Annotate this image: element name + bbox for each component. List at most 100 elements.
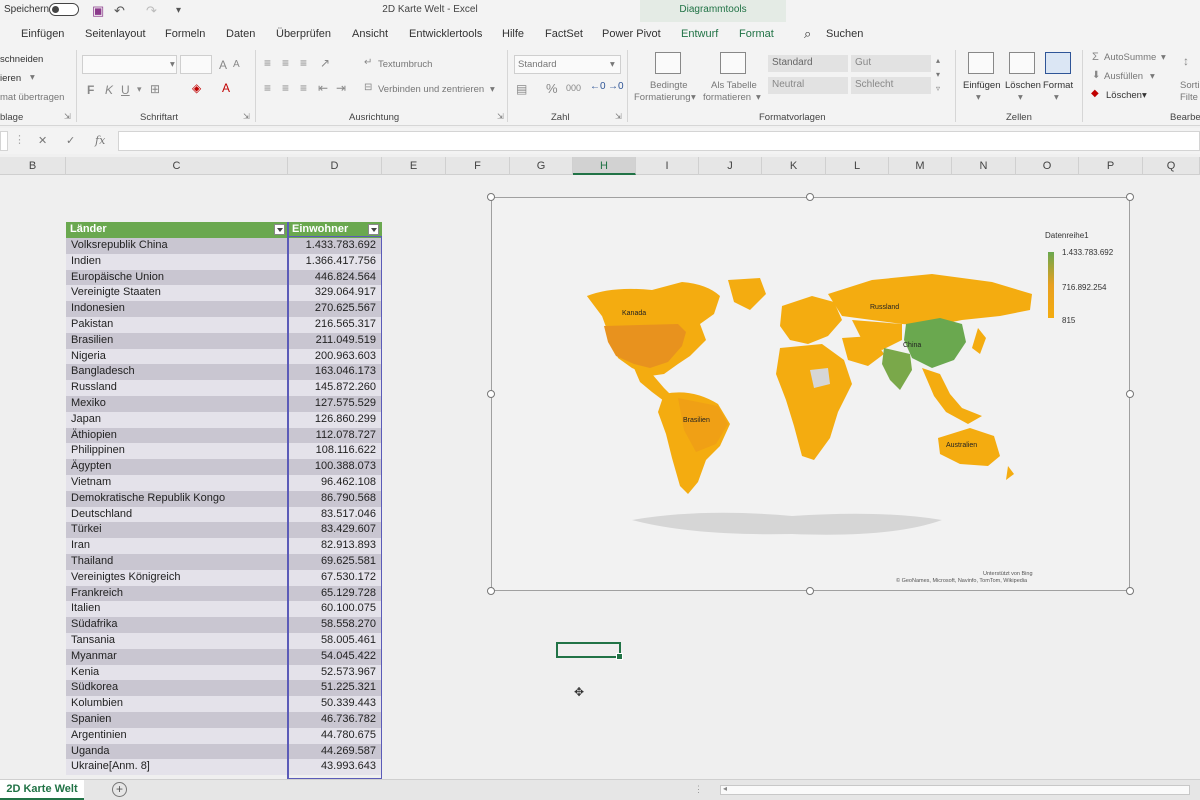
confirm-entry-icon[interactable]: ✓ — [66, 134, 75, 147]
table-row[interactable]: Vereinigte Staaten 329.064.917 — [66, 285, 382, 302]
merge-center-button[interactable]: Verbinden und zentrieren — [378, 84, 484, 95]
table-row[interactable]: Äthiopien 112.078.727 — [66, 427, 382, 444]
country-cell[interactable]: Indonesien — [71, 302, 125, 314]
copy-dropdown-icon[interactable]: ▾ — [30, 72, 35, 83]
style-gut[interactable]: Gut — [851, 55, 931, 72]
column-header-k[interactable]: K — [762, 157, 826, 175]
country-cell[interactable]: Myanmar — [71, 650, 117, 662]
wrap-text-button[interactable]: Textumbruch — [378, 59, 432, 70]
insert-cells-dropdown-icon[interactable]: ▾ — [976, 92, 981, 103]
country-cell[interactable]: Äthiopien — [71, 429, 117, 441]
table-row[interactable]: Japan 126.860.299 — [66, 411, 382, 428]
population-cell[interactable]: 51.225.321 — [321, 681, 376, 693]
population-cell[interactable]: 83.517.046 — [321, 508, 376, 520]
bold-button[interactable]: F — [87, 83, 94, 97]
population-cell[interactable]: 127.575.529 — [315, 397, 376, 409]
country-cell[interactable]: Philippinen — [71, 444, 125, 456]
format-cells-icon[interactable] — [1045, 52, 1071, 74]
delete-cells-dropdown-icon[interactable]: ▾ — [1018, 92, 1023, 103]
population-cell[interactable]: 270.625.567 — [315, 302, 376, 314]
population-cell[interactable]: 329.064.917 — [315, 286, 376, 298]
population-cell[interactable]: 86.790.568 — [321, 492, 376, 504]
tab-ueberpruefen[interactable]: Überprüfen — [276, 28, 331, 40]
font-name-dropdown-icon[interactable]: ▾ — [170, 59, 175, 70]
column-header-c[interactable]: C — [66, 157, 288, 175]
population-cell[interactable]: 44.269.587 — [321, 745, 376, 757]
table-row[interactable]: Kenia 52.573.967 — [66, 664, 382, 681]
align-top-icon[interactable]: ≡ — [264, 56, 271, 70]
table-row[interactable]: Türkei 83.429.607 — [66, 522, 382, 539]
table-row[interactable]: Nigeria 200.963.603 — [66, 348, 382, 365]
fill-icon[interactable]: ⬇ — [1092, 70, 1100, 81]
fill-dropdown-icon[interactable]: ▾ — [1150, 71, 1155, 82]
population-cell[interactable]: 216.565.317 — [315, 318, 376, 330]
column-header-b[interactable]: B — [0, 157, 66, 175]
tab-formeln[interactable]: Formeln — [165, 28, 205, 40]
table-row[interactable]: Argentinien 44.780.675 — [66, 727, 382, 744]
conditional-formatting-icon[interactable] — [655, 52, 681, 74]
population-cell[interactable]: 60.100.075 — [321, 602, 376, 614]
border-icon[interactable]: ⊞ — [150, 82, 160, 96]
conditional-formatting-dropdown-icon[interactable]: ▾ — [691, 92, 696, 103]
resize-handle-left[interactable] — [487, 390, 495, 398]
table-row[interactable]: Ukraine[Anm. 8] 43.993.643 — [66, 759, 382, 776]
align-middle-icon[interactable]: ≡ — [282, 56, 289, 70]
orientation-icon[interactable]: ↗ — [320, 56, 330, 70]
clear-icon[interactable]: ◆ — [1091, 88, 1099, 99]
table-row[interactable]: Italien 60.100.075 — [66, 601, 382, 618]
font-launcher-icon[interactable]: ⇲ — [243, 112, 250, 121]
country-cell[interactable]: Demokratische Republik Kongo — [71, 492, 225, 504]
column-header-l[interactable]: L — [826, 157, 889, 175]
table-row[interactable]: Iran 82.913.893 — [66, 538, 382, 554]
population-cell[interactable]: 126.860.299 — [315, 413, 376, 425]
country-cell[interactable]: Türkei — [71, 523, 102, 535]
table-row[interactable]: Philippinen 108.116.622 — [66, 443, 382, 460]
column-header-e[interactable]: E — [382, 157, 446, 175]
population-cell[interactable]: 82.913.893 — [321, 539, 376, 551]
column-header-i[interactable]: I — [636, 157, 699, 175]
population-cell[interactable]: 46.736.782 — [321, 713, 376, 725]
delete-cells-button[interactable]: Löschen — [1005, 80, 1041, 91]
population-cell[interactable]: 43.993.643 — [321, 760, 376, 772]
table-row[interactable]: Myanmar 54.045.422 — [66, 648, 382, 665]
merge-dropdown-icon[interactable]: ▾ — [490, 84, 495, 95]
conditional-formatting-label-2[interactable]: Formatierung — [634, 92, 691, 103]
table-row[interactable]: Russland 145.872.260 — [66, 380, 382, 396]
country-cell[interactable]: Brasilien — [71, 334, 113, 346]
population-cell[interactable]: 1.433.783.692 — [306, 239, 376, 251]
styles-scroll-up-icon[interactable]: ▴ — [936, 56, 940, 65]
autosum-dropdown-icon[interactable]: ▾ — [1161, 52, 1166, 63]
resize-handle-bottom[interactable] — [806, 587, 814, 595]
tab-hilfe[interactable]: Hilfe — [502, 28, 524, 40]
country-cell[interactable]: Deutschland — [71, 508, 132, 520]
resize-handle-top-right[interactable] — [1126, 193, 1134, 201]
population-cell[interactable]: 65.129.728 — [321, 587, 376, 599]
country-cell[interactable]: Frankreich — [71, 587, 123, 599]
wrap-text-icon[interactable]: ↵ — [364, 57, 372, 68]
insert-cells-icon[interactable] — [968, 52, 994, 74]
format-painter-button[interactable]: mat übertragen — [0, 92, 64, 103]
table-row[interactable]: Spanien 46.736.782 — [66, 711, 382, 728]
country-cell[interactable]: Bangladesch — [71, 365, 135, 377]
population-cell[interactable]: 58.005.461 — [321, 634, 376, 646]
population-cell[interactable]: 69.625.581 — [321, 555, 376, 567]
align-left-icon[interactable]: ≡ — [264, 81, 271, 95]
population-cell[interactable]: 44.780.675 — [321, 729, 376, 741]
table-row[interactable]: Bangladesch 163.046.173 — [66, 364, 382, 381]
table-row[interactable]: Indien 1.366.417.756 — [66, 253, 382, 270]
underline-button[interactable]: U — [121, 83, 130, 97]
population-cell[interactable]: 446.824.564 — [315, 271, 376, 283]
scroll-left-icon[interactable]: ◂ — [723, 784, 727, 793]
align-center-icon[interactable]: ≡ — [282, 81, 289, 95]
increase-indent-icon[interactable]: ⇥ — [336, 81, 346, 95]
cancel-entry-icon[interactable]: ✕ — [38, 134, 47, 147]
format-cells-button[interactable]: Format — [1043, 80, 1073, 91]
country-cell[interactable]: Indien — [71, 255, 101, 267]
thousands-separator-button[interactable]: 000 — [566, 83, 581, 93]
clipboard-launcher-icon[interactable]: ⇲ — [64, 112, 71, 121]
country-cell[interactable]: Kolumbien — [71, 697, 123, 709]
resize-handle-top[interactable] — [806, 193, 814, 201]
tab-format[interactable]: Format — [739, 28, 774, 40]
population-cell[interactable]: 145.872.260 — [315, 381, 376, 393]
country-cell[interactable]: Vereinigte Staaten — [71, 286, 161, 298]
